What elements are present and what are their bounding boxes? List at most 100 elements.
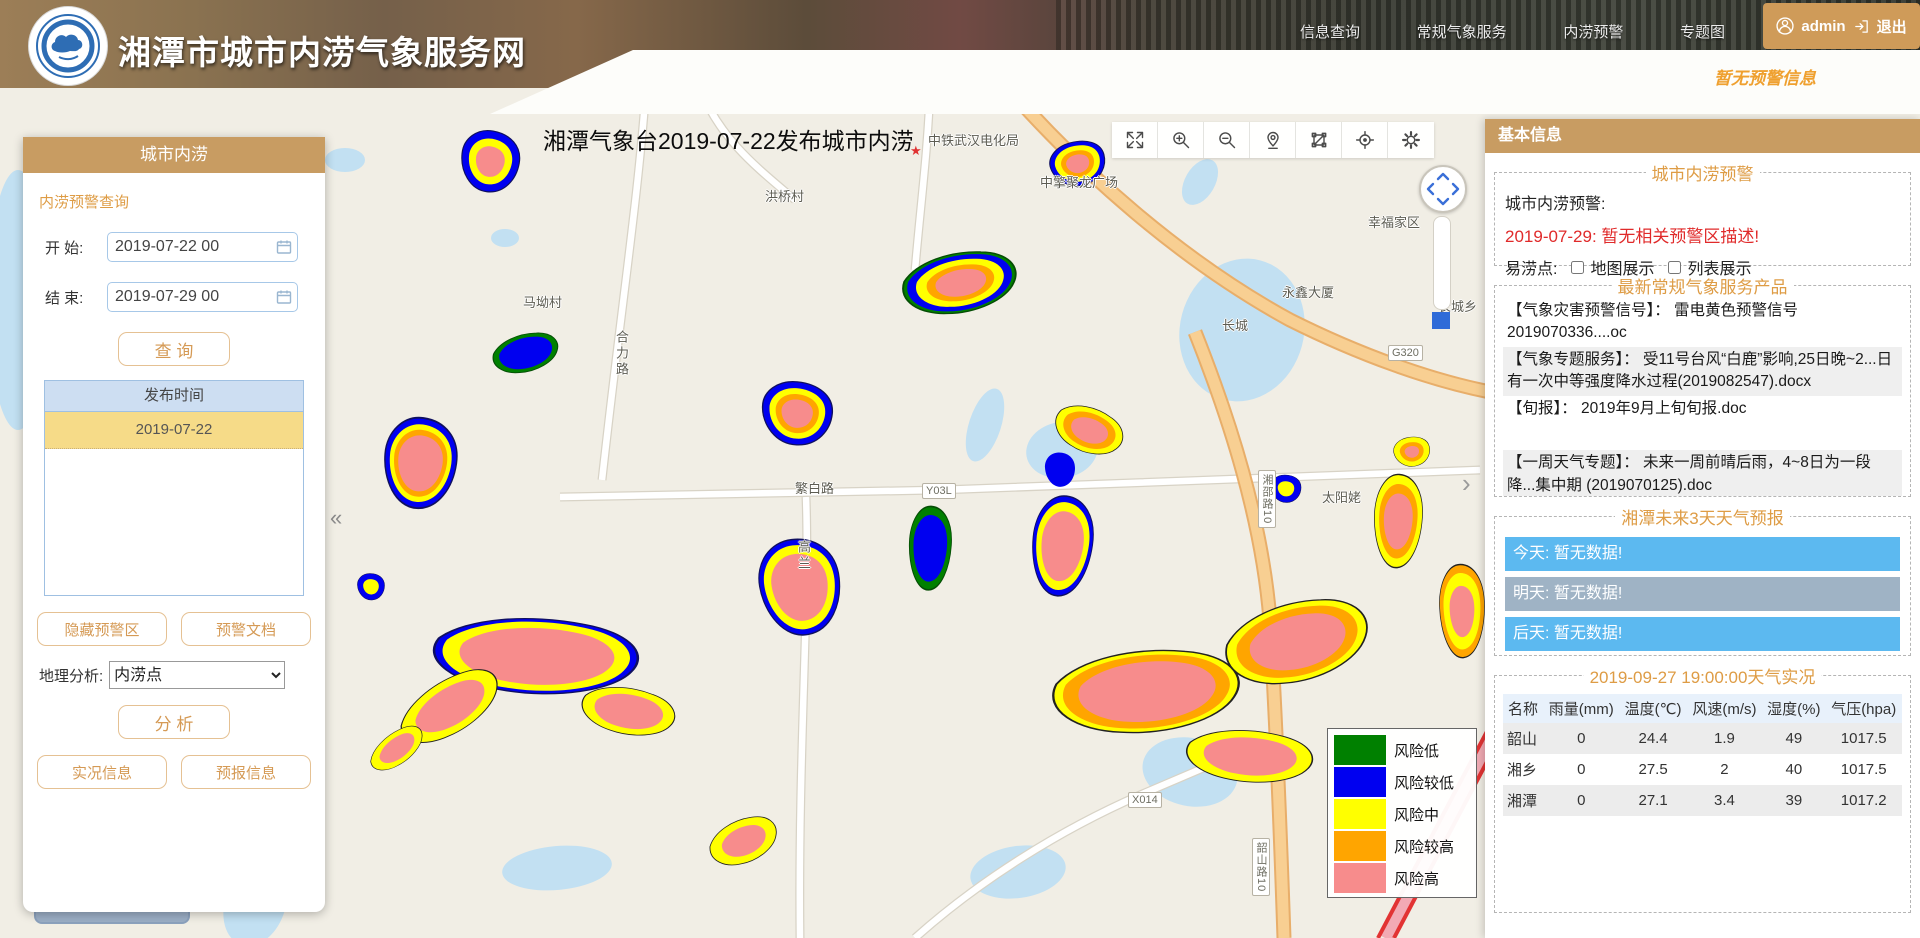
cell: 39 (1762, 785, 1825, 816)
cell: 27.5 (1619, 754, 1686, 785)
cell: 1017.5 (1825, 754, 1902, 785)
logo-emblem-icon (35, 13, 101, 79)
result-table: 发布时间 2019-07-22 (44, 380, 304, 596)
result-table-empty-area (45, 449, 303, 595)
geo-analysis-select[interactable]: 内涝点 (109, 661, 285, 689)
legend-label: 风险高 (1394, 868, 1439, 889)
pan-arrows-icon (1421, 167, 1465, 211)
zoom-out-icon (1217, 130, 1237, 150)
zoom-slider-track[interactable] (1433, 216, 1451, 310)
flood-warning-section: 城市内涝预警 城市内涝预警: 2019-07-29: 暂无相关预警区描述! 易涝… (1494, 160, 1911, 266)
polygon-icon (1309, 130, 1329, 150)
legend-swatch-higher (1334, 831, 1386, 861)
fullscreen-button[interactable] (1112, 122, 1158, 158)
product-item[interactable]: 【旬报】： 2019年9月上旬旬报.doc (1503, 396, 1902, 450)
live-table-header-row: 名称 雨量(mm) 温度(℃) 风速(m/s) 湿度(%) 气压(hpa) (1503, 694, 1902, 723)
legend-swatch-low (1334, 735, 1386, 765)
product-item[interactable]: 【气象专题服务】： 受11号台风“白鹿”影响,25日晚~2...日有一次中等强度… (1503, 347, 1902, 396)
map-display-checkbox[interactable] (1571, 261, 1584, 274)
road-badge-g320: G320 (1388, 345, 1423, 361)
main-nav: 信息查询 常规气象服务 内涝预警 专题图 (1300, 21, 1725, 42)
map-label-yongxin: 永鑫大厦 (1282, 282, 1334, 301)
cell: 0 (1543, 785, 1620, 816)
left-panel-collapse-handle[interactable]: « (330, 505, 342, 531)
site-logo (28, 6, 108, 86)
cell: 韶山 (1503, 723, 1543, 754)
table-row: 韶山 0 24.4 1.9 49 1017.5 (1503, 723, 1902, 754)
legend-swatch-lower (1334, 767, 1386, 797)
nav-item-info-query[interactable]: 信息查询 (1300, 21, 1360, 42)
nav-item-thematic-map[interactable]: 专题图 (1680, 21, 1725, 42)
road-badge-xiangshao: 湘邵路10 (1258, 470, 1276, 528)
warning-document-button[interactable]: 预警文档 (181, 612, 311, 646)
product-item[interactable]: 【一周天气专题】： 未来一周前晴后雨，4~8日为一段降...集中期 (20190… (1503, 450, 1902, 497)
analyze-button[interactable]: 分 析 (118, 705, 230, 739)
locate-button[interactable] (1342, 122, 1388, 158)
flood-warning-legend: 城市内涝预警 (1646, 160, 1760, 185)
live-weather-section: 2019-09-27 19:00:00天气实况 名称 雨量(mm) 温度(℃) … (1494, 663, 1911, 913)
gear-icon (1401, 130, 1421, 150)
cell: 40 (1762, 754, 1825, 785)
end-date-input[interactable] (107, 282, 298, 312)
zoom-slider-handle[interactable] (1432, 312, 1450, 329)
zoom-out-button[interactable] (1204, 122, 1250, 158)
user-icon (1776, 17, 1794, 35)
marker-icon (1263, 130, 1283, 150)
legend-label: 风险低 (1394, 740, 1439, 761)
forecast-legend: 湘潭未来3天天气预报 (1615, 504, 1789, 529)
query-button[interactable]: 查 询 (118, 332, 230, 366)
live-weather-legend: 2019-09-27 19:00:00天气实况 (1584, 663, 1822, 688)
geo-analysis-label: 地理分析: (39, 665, 103, 686)
forecast-day-label: 明天: (1513, 585, 1549, 602)
logout-label[interactable]: 退出 (1877, 16, 1907, 37)
pan-compass[interactable] (1419, 165, 1467, 213)
user-box[interactable]: admin 退出 (1763, 3, 1920, 49)
col-rain: 雨量(mm) (1543, 694, 1620, 723)
map-label-gaolan: 高兰 (794, 540, 813, 572)
product-item[interactable]: 【气象灾害预警信号】： 雷电黄色预警信号2019070336....oc (1503, 298, 1902, 347)
map-announcement-title: 湘潭气象台2019-07-22发布城市内涝 (543, 122, 914, 156)
logout-icon (1853, 18, 1870, 35)
calendar-icon[interactable] (276, 239, 292, 260)
road-badge-shaoshan: 韶山路10 (1252, 838, 1270, 896)
calendar-icon[interactable] (276, 289, 292, 310)
settings-button[interactable] (1388, 122, 1434, 158)
forecast-day-value: 暂无数据! (1554, 585, 1622, 602)
end-date-label: 结 束: (45, 287, 107, 308)
nav-item-regular-service[interactable]: 常规气象服务 (1417, 21, 1507, 42)
map-label-village: 马坳村 (523, 292, 562, 311)
left-panel: 城市内涝 内涝预警查询 开 始: 结 束: 查 询 发布时间 2019-07-2… (23, 137, 325, 912)
forecast-section: 湘潭未来3天天气预报 今天: 暂无数据! 明天: 暂无数据! 后天: 暂无数据! (1494, 504, 1911, 656)
legend-item: 风险低 (1334, 735, 1476, 765)
cell: 0 (1543, 754, 1620, 785)
marker-button[interactable] (1250, 122, 1296, 158)
zoom-in-button[interactable] (1158, 122, 1204, 158)
end-date-row: 结 束: (45, 282, 325, 312)
polygon-measure-button[interactable] (1296, 122, 1342, 158)
start-date-label: 开 始: (45, 237, 107, 258)
list-display-checkbox[interactable] (1668, 261, 1681, 274)
username: admin (1801, 18, 1845, 35)
forecast-day-value: 暂无数据! (1554, 545, 1622, 562)
forecast-day-label: 今天: (1513, 545, 1549, 562)
forecast-bar-day-after: 后天: 暂无数据! (1505, 617, 1900, 651)
map-label-zhongtie: 中铁武汉电化局 (928, 130, 1019, 149)
result-table-row-selected[interactable]: 2019-07-22 (45, 412, 303, 449)
start-date-input[interactable] (107, 232, 298, 262)
live-weather-table: 名称 雨量(mm) 温度(℃) 风速(m/s) 湿度(%) 气压(hpa) 韶山… (1503, 694, 1902, 816)
right-panel-collapse-handle[interactable]: › (1462, 468, 1471, 499)
cell: 24.4 (1619, 723, 1686, 754)
live-info-button[interactable]: 实况信息 (37, 755, 167, 789)
legend-item: 风险高 (1334, 863, 1476, 893)
products-section: 最新常规气象服务产品 【气象灾害预警信号】： 雷电黄色预警信号201907033… (1494, 273, 1911, 497)
fullscreen-icon (1125, 130, 1145, 150)
cell: 2 (1687, 754, 1763, 785)
legend-label: 风险中 (1394, 804, 1439, 825)
cell: 1017.2 (1825, 785, 1902, 816)
nav-item-flood-warning[interactable]: 内涝预警 (1563, 21, 1623, 42)
left-panel-title: 城市内涝 (23, 137, 325, 173)
legend-item: 风险较高 (1334, 831, 1476, 861)
hide-warning-zone-button[interactable]: 隐藏预警区 (37, 612, 167, 646)
forecast-info-button[interactable]: 预报信息 (181, 755, 311, 789)
map-label-road-heli: 合力路 (612, 330, 631, 378)
